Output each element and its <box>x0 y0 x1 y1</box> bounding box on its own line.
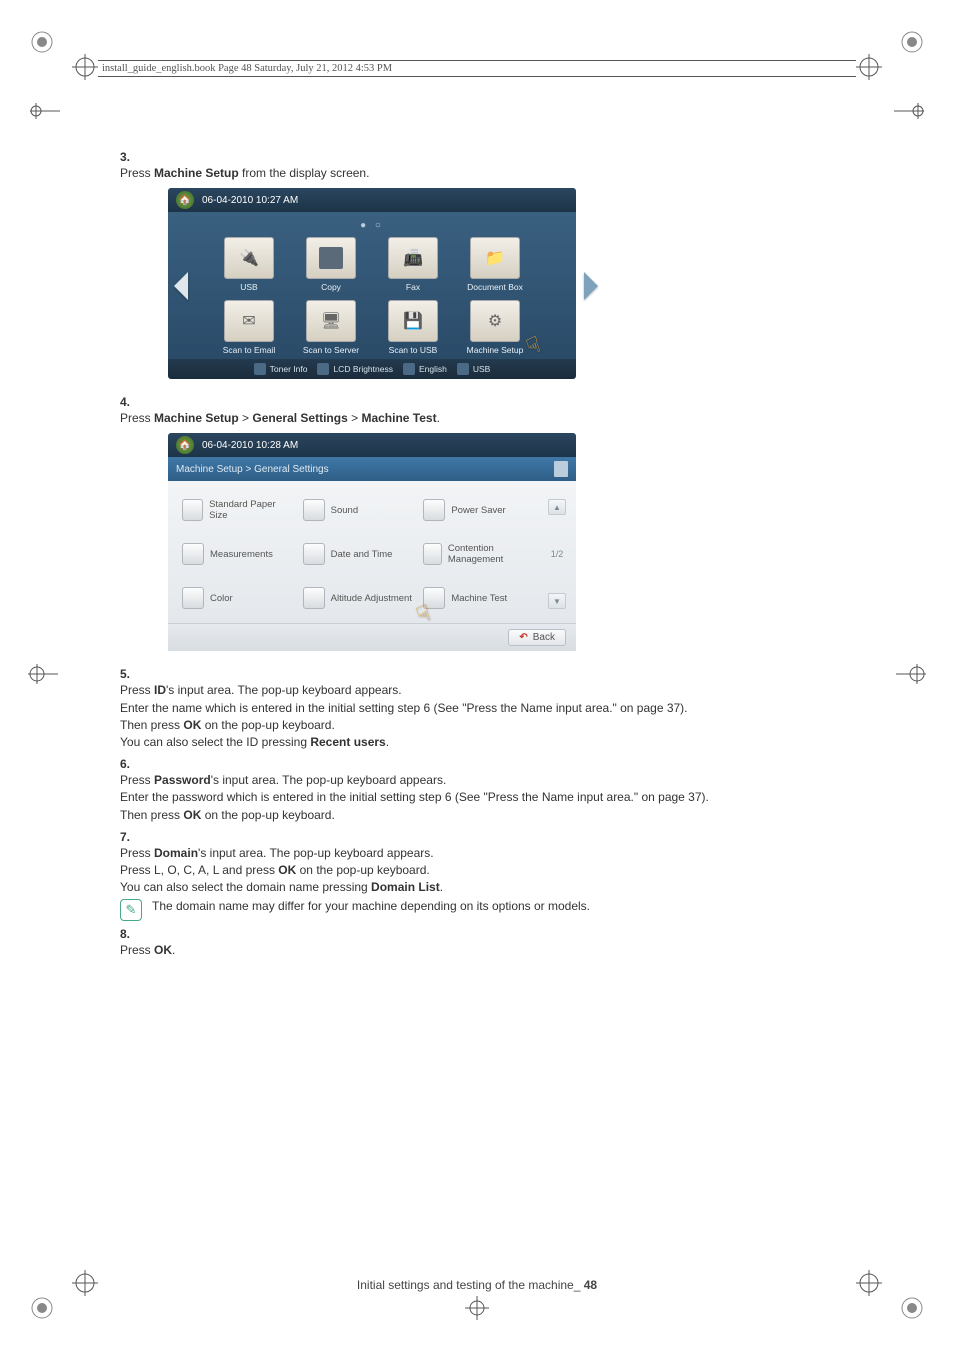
copy-icon <box>306 237 356 279</box>
cut-mark-icon <box>30 100 60 122</box>
step-text: Press Domain's input area. The pop-up ke… <box>120 845 806 861</box>
option-standard-paper-size[interactable]: Standard Paper Size <box>182 499 293 521</box>
scan-server-icon: 🖥 <box>306 300 356 342</box>
page-dots: ● ○ <box>168 218 576 237</box>
step-6: 6. Press Password's input area. The pop-… <box>120 757 834 824</box>
option-contention-management[interactable]: Contention Management <box>423 543 534 565</box>
step-4: 4. Press Machine Setup > General Setting… <box>120 395 834 661</box>
step-text: Press Machine Setup from the display scr… <box>120 165 806 181</box>
side-mark-icon <box>28 662 58 686</box>
breadcrumb: Machine Setup > General Settings <box>176 464 329 475</box>
crop-mark-icon <box>898 1294 926 1322</box>
footer-language[interactable]: English <box>403 363 447 375</box>
step-7: 7. Press Domain's input area. The pop-up… <box>120 830 834 922</box>
clock-label: 06-04-2010 10:28 AM <box>202 440 298 451</box>
step-text: Press Password's input area. The pop-up … <box>120 772 806 788</box>
note-icon: ✎ <box>120 899 142 921</box>
option-power-saver[interactable]: Power Saver <box>423 499 534 521</box>
option-machine-test[interactable]: Machine Test ☟ <box>423 587 534 609</box>
tile-document-box[interactable]: 📁Document Box <box>458 237 532 292</box>
option-sound[interactable]: Sound <box>303 499 414 521</box>
option-color[interactable]: Color <box>182 587 293 609</box>
footer-toner[interactable]: Toner Info <box>254 363 308 375</box>
note-text: The domain name may differ for your mach… <box>152 899 590 913</box>
tile-fax[interactable]: 📠Fax <box>376 237 450 292</box>
usb-icon: 🔌 <box>224 237 274 279</box>
nav-left-icon[interactable] <box>174 272 188 300</box>
tile-usb[interactable]: 🔌USB <box>212 237 286 292</box>
page-indicator: 1/2 <box>551 549 564 559</box>
step-number: 8. <box>120 927 148 941</box>
step-8: 8. Press OK. <box>120 927 834 959</box>
step-5: 5. Press ID's input area. The pop-up key… <box>120 667 834 751</box>
scan-email-icon: ✉ <box>224 300 274 342</box>
step-number: 5. <box>120 667 148 681</box>
step-number: 7. <box>120 830 148 844</box>
crop-mark-icon <box>28 28 56 56</box>
footer-brightness[interactable]: LCD Brightness <box>317 363 393 375</box>
bottom-mark-icon <box>462 1296 492 1320</box>
scroll-up-button[interactable]: ▲ <box>548 499 566 515</box>
option-altitude-adjustment[interactable]: Altitude Adjustment <box>303 587 414 609</box>
step-text: Press Machine Setup > General Settings >… <box>120 410 806 426</box>
back-button[interactable]: Back <box>508 629 566 646</box>
step-text: Press ID's input area. The pop-up keyboa… <box>120 682 806 698</box>
screenshot-home-menu: 🏠 06-04-2010 10:27 AM ● ○ 🔌USB Copy 📠Fax… <box>168 188 576 379</box>
tile-copy[interactable]: Copy <box>294 237 368 292</box>
step-number: 3. <box>120 150 148 164</box>
tile-machine-setup[interactable]: ⚙ Machine Setup ☟ <box>458 300 532 355</box>
tile-scan-server[interactable]: 🖥Scan to Server <box>294 300 368 355</box>
registration-mark-icon <box>72 54 98 80</box>
home-icon[interactable]: 🏠 <box>176 191 194 209</box>
step-text: Then press OK on the pop-up keyboard. <box>120 807 806 823</box>
document-icon[interactable] <box>554 461 568 477</box>
scan-usb-icon: 💾 <box>388 300 438 342</box>
fax-icon: 📠 <box>388 237 438 279</box>
step-3: 3. Press Machine Setup from the display … <box>120 150 834 389</box>
side-mark-icon <box>896 662 926 686</box>
nav-right-icon[interactable] <box>584 272 598 300</box>
tile-scan-email[interactable]: ✉Scan to Email <box>212 300 286 355</box>
footer-usb[interactable]: USB <box>457 363 490 375</box>
step-text: You can also select the ID pressing Rece… <box>120 734 806 750</box>
home-icon[interactable]: 🏠 <box>176 436 194 454</box>
clock-label: 06-04-2010 10:27 AM <box>202 195 298 206</box>
pointer-hand-icon: ☟ <box>523 332 544 361</box>
usb-small-icon <box>457 363 469 375</box>
registration-mark-icon <box>856 54 882 80</box>
step-number: 4. <box>120 395 148 409</box>
step-number: 6. <box>120 757 148 771</box>
option-date-time[interactable]: Date and Time <box>303 543 414 565</box>
gear-icon: ⚙ <box>470 300 520 342</box>
screenshot-general-settings: 🏠 06-04-2010 10:28 AM Machine Setup > Ge… <box>168 433 576 651</box>
running-header: install_guide_english.book Page 48 Satur… <box>98 60 856 77</box>
step-text: You can also select the domain name pres… <box>120 879 806 895</box>
option-measurements[interactable]: Measurements <box>182 543 293 565</box>
language-icon <box>403 363 415 375</box>
scroll-down-button[interactable]: ▼ <box>548 593 566 609</box>
folder-icon: 📁 <box>470 237 520 279</box>
crop-mark-icon <box>28 1294 56 1322</box>
step-text: Press OK. <box>120 942 806 958</box>
step-text: Then press OK on the pop-up keyboard. <box>120 717 806 733</box>
step-text: Enter the password which is entered in t… <box>120 789 806 805</box>
cut-mark-icon <box>894 100 924 122</box>
step-text: Enter the name which is entered in the i… <box>120 700 806 716</box>
toner-icon <box>254 363 266 375</box>
step-text: Press L, O, C, A, L and press OK on the … <box>120 862 806 878</box>
crop-mark-icon <box>898 28 926 56</box>
tile-scan-usb[interactable]: 💾Scan to USB <box>376 300 450 355</box>
brightness-icon <box>317 363 329 375</box>
page-footer: Initial settings and testing of the mach… <box>0 1278 954 1292</box>
note: ✎ The domain name may differ for your ma… <box>120 899 806 921</box>
